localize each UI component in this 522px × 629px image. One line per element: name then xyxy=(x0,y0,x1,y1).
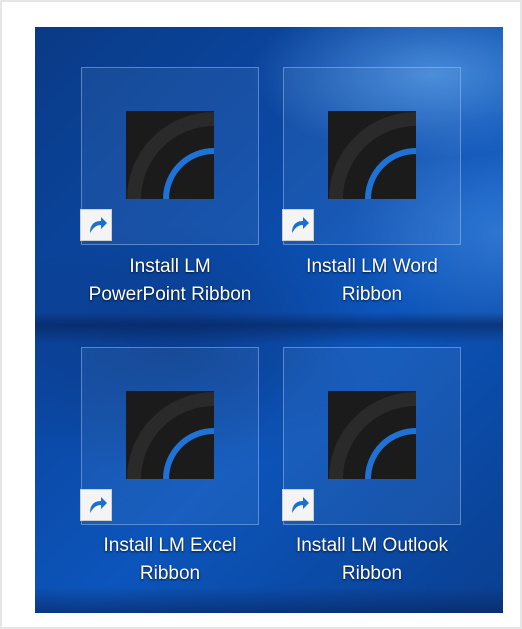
lm-app-icon xyxy=(126,111,214,199)
shortcut-label: Install LM PowerPoint Ribbon xyxy=(65,253,275,309)
shortcut-label: Install LM Word Ribbon xyxy=(267,253,477,309)
shortcut-label: Install LM Outlook Ribbon xyxy=(267,532,477,588)
shortcut-label-line1: Install LM xyxy=(129,256,211,277)
wallpaper-band-bottom xyxy=(35,587,503,613)
shortcut-label-line2: Ribbon xyxy=(139,563,201,584)
wallpaper-band xyxy=(35,312,503,344)
shortcut-label-line2: Ribbon xyxy=(341,284,403,305)
shortcut-label-line1: Install LM Word xyxy=(306,256,438,277)
lm-app-icon xyxy=(328,391,416,479)
shortcut-label-line1: Install LM Excel xyxy=(103,535,237,556)
lm-app-icon xyxy=(126,391,214,479)
lm-app-icon xyxy=(328,111,416,199)
desktop-shortcut-excel[interactable] xyxy=(80,347,259,525)
shortcut-arrow-icon xyxy=(282,489,314,521)
desktop-background: Install LM PowerPoint Ribbon Install LM … xyxy=(35,27,503,613)
desktop-shortcut-outlook[interactable] xyxy=(282,347,461,525)
shortcut-label-line1: Install LM Outlook xyxy=(295,535,449,556)
shortcut-label: Install LM Excel Ribbon xyxy=(65,532,275,588)
shortcut-arrow-icon xyxy=(80,489,112,521)
shortcut-arrow-icon xyxy=(282,209,314,241)
screenshot-frame: Install LM PowerPoint Ribbon Install LM … xyxy=(0,0,522,629)
desktop-shortcut-powerpoint[interactable] xyxy=(80,67,259,245)
shortcut-arrow-icon xyxy=(80,209,112,241)
shortcut-label-line2: Ribbon xyxy=(341,563,403,584)
desktop-shortcut-word[interactable] xyxy=(282,67,461,245)
shortcut-label-line2: PowerPoint Ribbon xyxy=(88,284,252,305)
